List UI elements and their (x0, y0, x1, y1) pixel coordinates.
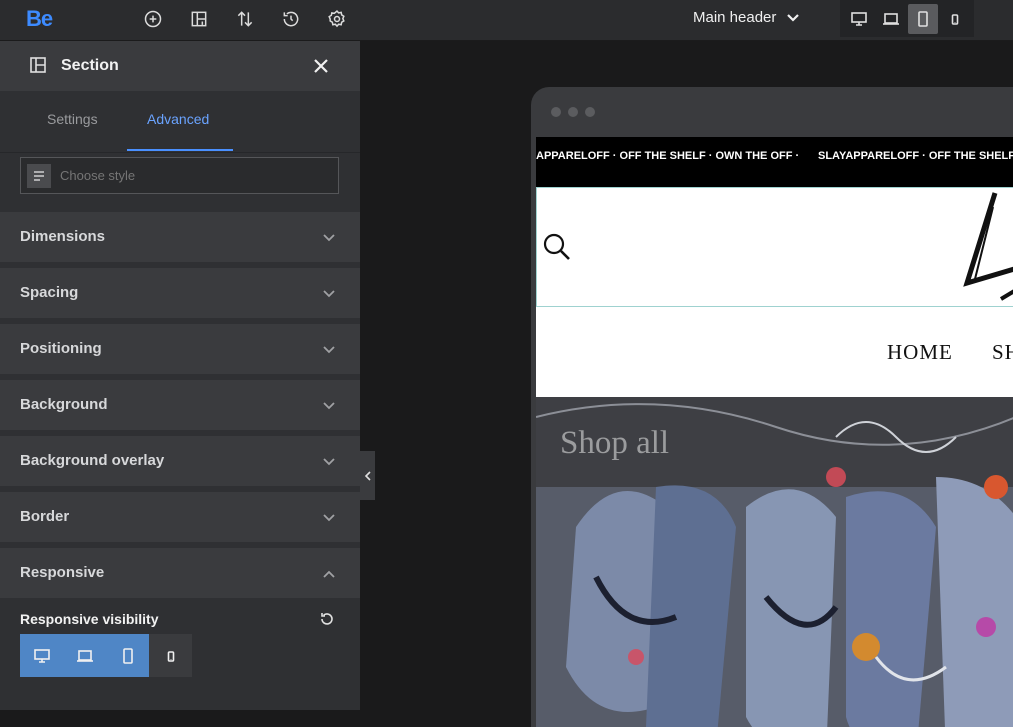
tablet-icon (918, 10, 928, 27)
choose-style-input[interactable] (58, 167, 322, 184)
accordion-label: Background (20, 396, 108, 413)
tab-settings[interactable]: Settings (47, 111, 98, 127)
close-icon[interactable] (312, 57, 330, 75)
visibility-toggle-desktop[interactable] (20, 634, 63, 677)
visibility-toggle-laptop[interactable] (63, 634, 106, 677)
mobile-icon (167, 650, 174, 662)
accordion-label: Positioning (20, 340, 102, 357)
hero-graffiti-image[interactable]: Shop all (536, 397, 1013, 727)
accordion-spacing[interactable]: Spacing (0, 268, 360, 318)
nav-item-shop[interactable]: SH (992, 340, 1013, 365)
chevron-down-icon (323, 514, 335, 522)
desktop-view-button[interactable] (844, 4, 874, 34)
desktop-icon (851, 11, 867, 26)
ticker-text-1: APPARELOFF · OFF THE SHELF · OWN THE OFF… (536, 150, 800, 162)
chevron-up-icon (323, 570, 335, 578)
laptop-view-button[interactable] (876, 4, 906, 34)
accordion-background-overlay[interactable]: Background overlay (0, 436, 360, 486)
main-header-section[interactable] (536, 187, 1013, 307)
header-select-label: Main header (693, 9, 777, 26)
active-tab-indicator (127, 149, 233, 151)
responsive-visibility-toggles (20, 634, 192, 677)
search-icon[interactable] (542, 232, 572, 262)
brand-logo-triangle[interactable] (961, 187, 1013, 307)
tablet-icon (122, 647, 133, 664)
app-logo[interactable]: Be (26, 6, 53, 32)
preview-frame: APPARELOFF · OFF THE SHELF · OWN THE OFF… (531, 87, 1013, 727)
section-layout-icon (30, 57, 46, 73)
section-settings-panel: Section Settings Advanced Dimensions Spa… (0, 41, 360, 710)
sort-arrows-icon[interactable] (234, 8, 256, 30)
responsive-visibility-label: Responsive visibility (20, 611, 159, 627)
tablet-view-button[interactable] (908, 3, 938, 34)
layout-add-icon[interactable] (188, 8, 210, 30)
desktop-icon (33, 648, 50, 663)
panel-tabs: Settings Advanced (0, 91, 360, 153)
ticker-text-2: SLAYAPPARELOFF · OFF THE SHELF · (818, 150, 1013, 162)
gear-icon[interactable] (326, 8, 348, 30)
accordion-label: Responsive (20, 564, 105, 581)
window-dots (551, 107, 595, 117)
accordion-label: Background overlay (20, 452, 165, 469)
visibility-toggle-mobile[interactable] (149, 634, 192, 677)
accordion-label: Spacing (20, 284, 79, 301)
top-toolbar: Be Main header (0, 0, 1013, 41)
accordion-dimensions[interactable]: Dimensions (0, 212, 360, 262)
nav-item-home[interactable]: HOME (887, 340, 953, 365)
history-icon[interactable] (280, 8, 302, 30)
navigation-bar: HOME SH (536, 307, 1013, 397)
visibility-toggle-tablet[interactable] (106, 634, 149, 677)
accordion-positioning[interactable]: Positioning (0, 324, 360, 374)
panel-header: Section (0, 41, 360, 91)
accordion-border[interactable]: Border (0, 492, 360, 542)
chevron-down-icon (323, 234, 335, 242)
accordion-label: Border (20, 508, 70, 525)
tab-advanced[interactable]: Advanced (147, 111, 209, 127)
add-circle-icon[interactable] (142, 8, 164, 30)
header-select-dropdown[interactable]: Main header (693, 9, 800, 26)
chevron-down-icon (323, 290, 335, 298)
announcement-ticker[interactable]: APPARELOFF · OFF THE SHELF · OWN THE OFF… (536, 137, 1013, 187)
device-switcher (840, 0, 974, 37)
mobile-icon (951, 13, 959, 25)
chevron-down-icon (323, 346, 335, 354)
chevron-down-icon (323, 402, 335, 410)
laptop-icon (76, 649, 93, 662)
accordion-label: Dimensions (20, 228, 106, 245)
chevron-down-icon (787, 13, 800, 22)
reset-icon[interactable] (319, 611, 335, 627)
site-preview[interactable]: APPARELOFF · OFF THE SHELF · OWN THE OFF… (536, 137, 1013, 727)
chevron-down-icon (323, 458, 335, 466)
hero-heading[interactable]: Shop all (560, 425, 669, 462)
accordion-background[interactable]: Background (0, 380, 360, 430)
mobile-view-button[interactable] (940, 4, 970, 34)
choose-style-field[interactable] (20, 157, 339, 194)
laptop-icon (883, 12, 899, 25)
style-list-icon (27, 163, 51, 188)
accordion-responsive[interactable]: Responsive (0, 548, 360, 598)
chevron-left-icon (364, 470, 371, 481)
collapse-panel-button[interactable] (360, 451, 375, 500)
panel-title: Section (61, 57, 119, 74)
